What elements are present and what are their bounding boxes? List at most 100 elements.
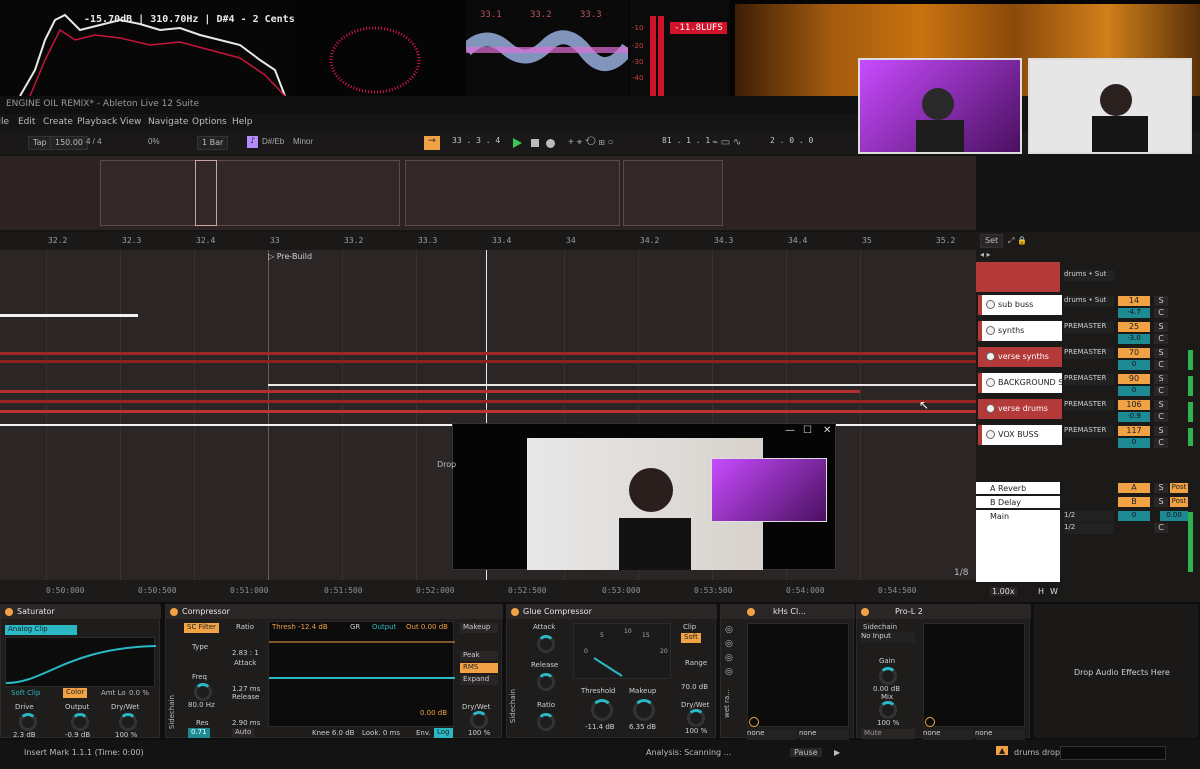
key-button[interactable]: ♪ [247, 136, 258, 148]
pro-l2-device[interactable]: Pro-L 2 Sidechain No Input Gain 0.00 dB … [856, 604, 1031, 740]
track-header-top[interactable] [976, 262, 1060, 292]
power-icon[interactable] [747, 608, 755, 616]
solo-button[interactable]: S [1154, 348, 1168, 358]
rms-button[interactable]: RMS [460, 663, 498, 673]
menu-create[interactable]: Create [43, 117, 73, 127]
main-volume[interactable]: 0 [1118, 511, 1150, 521]
menu-playback[interactable]: Playback [77, 117, 117, 127]
return-send[interactable]: A [1118, 483, 1150, 493]
top-track-route[interactable]: drums • Sut [1064, 270, 1114, 281]
solo-button[interactable]: S [1154, 322, 1168, 332]
post-button[interactable]: Post [1170, 497, 1188, 507]
scale-select[interactable]: Minor [293, 137, 313, 146]
track-pan[interactable]: 0 [1118, 438, 1150, 448]
song-position[interactable]: 33 . 3 . 4 [452, 136, 500, 145]
soft-clip-button[interactable]: Soft [681, 633, 701, 643]
release-knob[interactable] [537, 673, 555, 691]
knee-readout[interactable]: Knee 6.0 dB [312, 729, 354, 737]
plugin-option[interactable]: none [975, 729, 1025, 740]
overview-selection[interactable] [195, 160, 217, 226]
compressor-device[interactable]: Compressor Sidechain SC Filter Type Freq… [165, 604, 503, 738]
loop-length[interactable]: 2 . 0 . 0 [770, 136, 813, 145]
track-activator-icon[interactable] [986, 300, 995, 309]
power-icon[interactable] [861, 608, 869, 616]
track-volume[interactable]: 106 [1118, 400, 1150, 410]
arrangement-overview[interactable] [0, 156, 976, 230]
amt-value[interactable]: 0.0 % [129, 689, 149, 697]
track-synths[interactable]: synths [976, 321, 1064, 345]
crossfade-button[interactable]: C [1154, 386, 1168, 396]
glue-compressor-device[interactable]: Glue Compressor Sidechain Attack Release… [506, 604, 717, 738]
track-activator-icon[interactable] [986, 404, 995, 413]
solo-button[interactable]: S [1154, 374, 1168, 384]
play-icon[interactable] [513, 138, 522, 148]
plugin-option[interactable]: none [923, 729, 973, 740]
nav-arrows-icon[interactable]: ◂ ▸ [980, 250, 991, 259]
tempo-field[interactable]: 150.00 [50, 136, 88, 150]
menu-file[interactable]: File [0, 117, 9, 127]
track-vox-buss[interactable]: VOX BUSS [976, 425, 1064, 449]
plugin-option[interactable]: none [799, 729, 849, 740]
beat-ruler[interactable]: 32.2 32.3 32.4 33 33.2 33.3 33.4 34 34.2… [0, 232, 976, 250]
pause-button[interactable]: Pause [790, 748, 822, 757]
res-value[interactable]: 0.71 [188, 728, 210, 738]
plugin-side-icons[interactable]: ◎ ◎ ◎ ◎ [725, 623, 733, 679]
track-background[interactable]: BACKGROUND SHI [976, 373, 1064, 397]
power-icon[interactable] [5, 608, 13, 616]
h-toggle[interactable]: H [1038, 587, 1044, 596]
crossfade-button[interactable]: C [1154, 308, 1168, 318]
minimize-icon[interactable]: — [785, 425, 795, 436]
midi-note[interactable] [0, 400, 976, 403]
transport-tools-icon[interactable]: + ⌖ ⟲ ⊞ ○ [568, 137, 614, 148]
solo-button[interactable]: S [1154, 426, 1168, 436]
key-select[interactable]: D#/Eb [262, 137, 284, 146]
track-volume[interactable]: 70 [1118, 348, 1150, 358]
peak-button[interactable]: Peak [460, 651, 498, 661]
main-pan[interactable]: 0.00 [1160, 511, 1188, 521]
power-icon[interactable] [511, 608, 519, 616]
video-call-window[interactable]: — ☐ ✕ Drop [437, 423, 836, 570]
main-track[interactable]: Main [976, 510, 1060, 582]
track-pan[interactable]: -4.7 [1118, 308, 1150, 318]
crossfade-button[interactable]: C [1154, 360, 1168, 370]
solo-button[interactable]: S [1154, 497, 1168, 507]
track-volume[interactable]: 14 [1118, 296, 1150, 306]
menu-help[interactable]: Help [232, 117, 253, 127]
midi-note[interactable] [0, 410, 976, 413]
time-signature[interactable]: 4 / 4 [86, 137, 102, 146]
track-route[interactable]: PREMASTER [1064, 400, 1114, 411]
solo-button[interactable]: S [1154, 296, 1168, 306]
maximize-icon[interactable]: ☐ [803, 425, 812, 436]
mute-button[interactable]: Mute [861, 729, 915, 739]
time-ruler[interactable]: 0:50:000 0:50:500 0:51:000 0:51:500 0:52… [0, 580, 976, 602]
gain-knob[interactable] [879, 667, 897, 685]
midi-note[interactable] [268, 384, 976, 386]
clipper-plugin-device[interactable]: kHs Cl... ◎ ◎ ◎ ◎ wet ra... none none [720, 604, 855, 740]
main-route[interactable]: 1/2 [1064, 511, 1114, 522]
midi-note[interactable] [0, 352, 976, 355]
track-route[interactable]: PREMASTER [1064, 322, 1114, 333]
saturation-mode[interactable]: Analog Clip [5, 625, 77, 635]
output-toggle[interactable]: Output [372, 623, 396, 631]
auto-button[interactable]: Auto [232, 728, 255, 738]
color-button[interactable]: Color [63, 688, 88, 698]
crossfade-button[interactable]: C [1154, 412, 1168, 422]
makeup-knob[interactable] [633, 699, 655, 721]
menu-edit[interactable]: Edit [18, 117, 35, 127]
midi-note[interactable] [0, 390, 860, 393]
track-activator-icon[interactable] [986, 430, 995, 439]
sidechain-input-select[interactable]: No Input [861, 632, 915, 643]
track-verse-drums[interactable]: verse drums [976, 399, 1064, 423]
device-title[interactable]: Pro-L 2 [857, 605, 1031, 619]
device-title[interactable]: Compressor [166, 605, 503, 619]
return-track-a[interactable]: A Reverb [976, 482, 1060, 494]
midi-note[interactable] [0, 360, 976, 363]
sidechain-toggle[interactable]: Sidechain [168, 695, 176, 729]
quantize-select[interactable]: 1 Bar [197, 136, 229, 150]
thresh-readout[interactable]: Thresh -12.4 dB [272, 623, 328, 631]
device-drop-area[interactable]: Drop Audio Effects Here [1034, 604, 1198, 738]
track-volume[interactable]: 117 [1118, 426, 1150, 436]
crossfade-button[interactable]: C [1154, 438, 1168, 448]
out-readout[interactable]: Out 0.00 dB [406, 623, 448, 631]
threshold-knob[interactable] [591, 699, 613, 721]
